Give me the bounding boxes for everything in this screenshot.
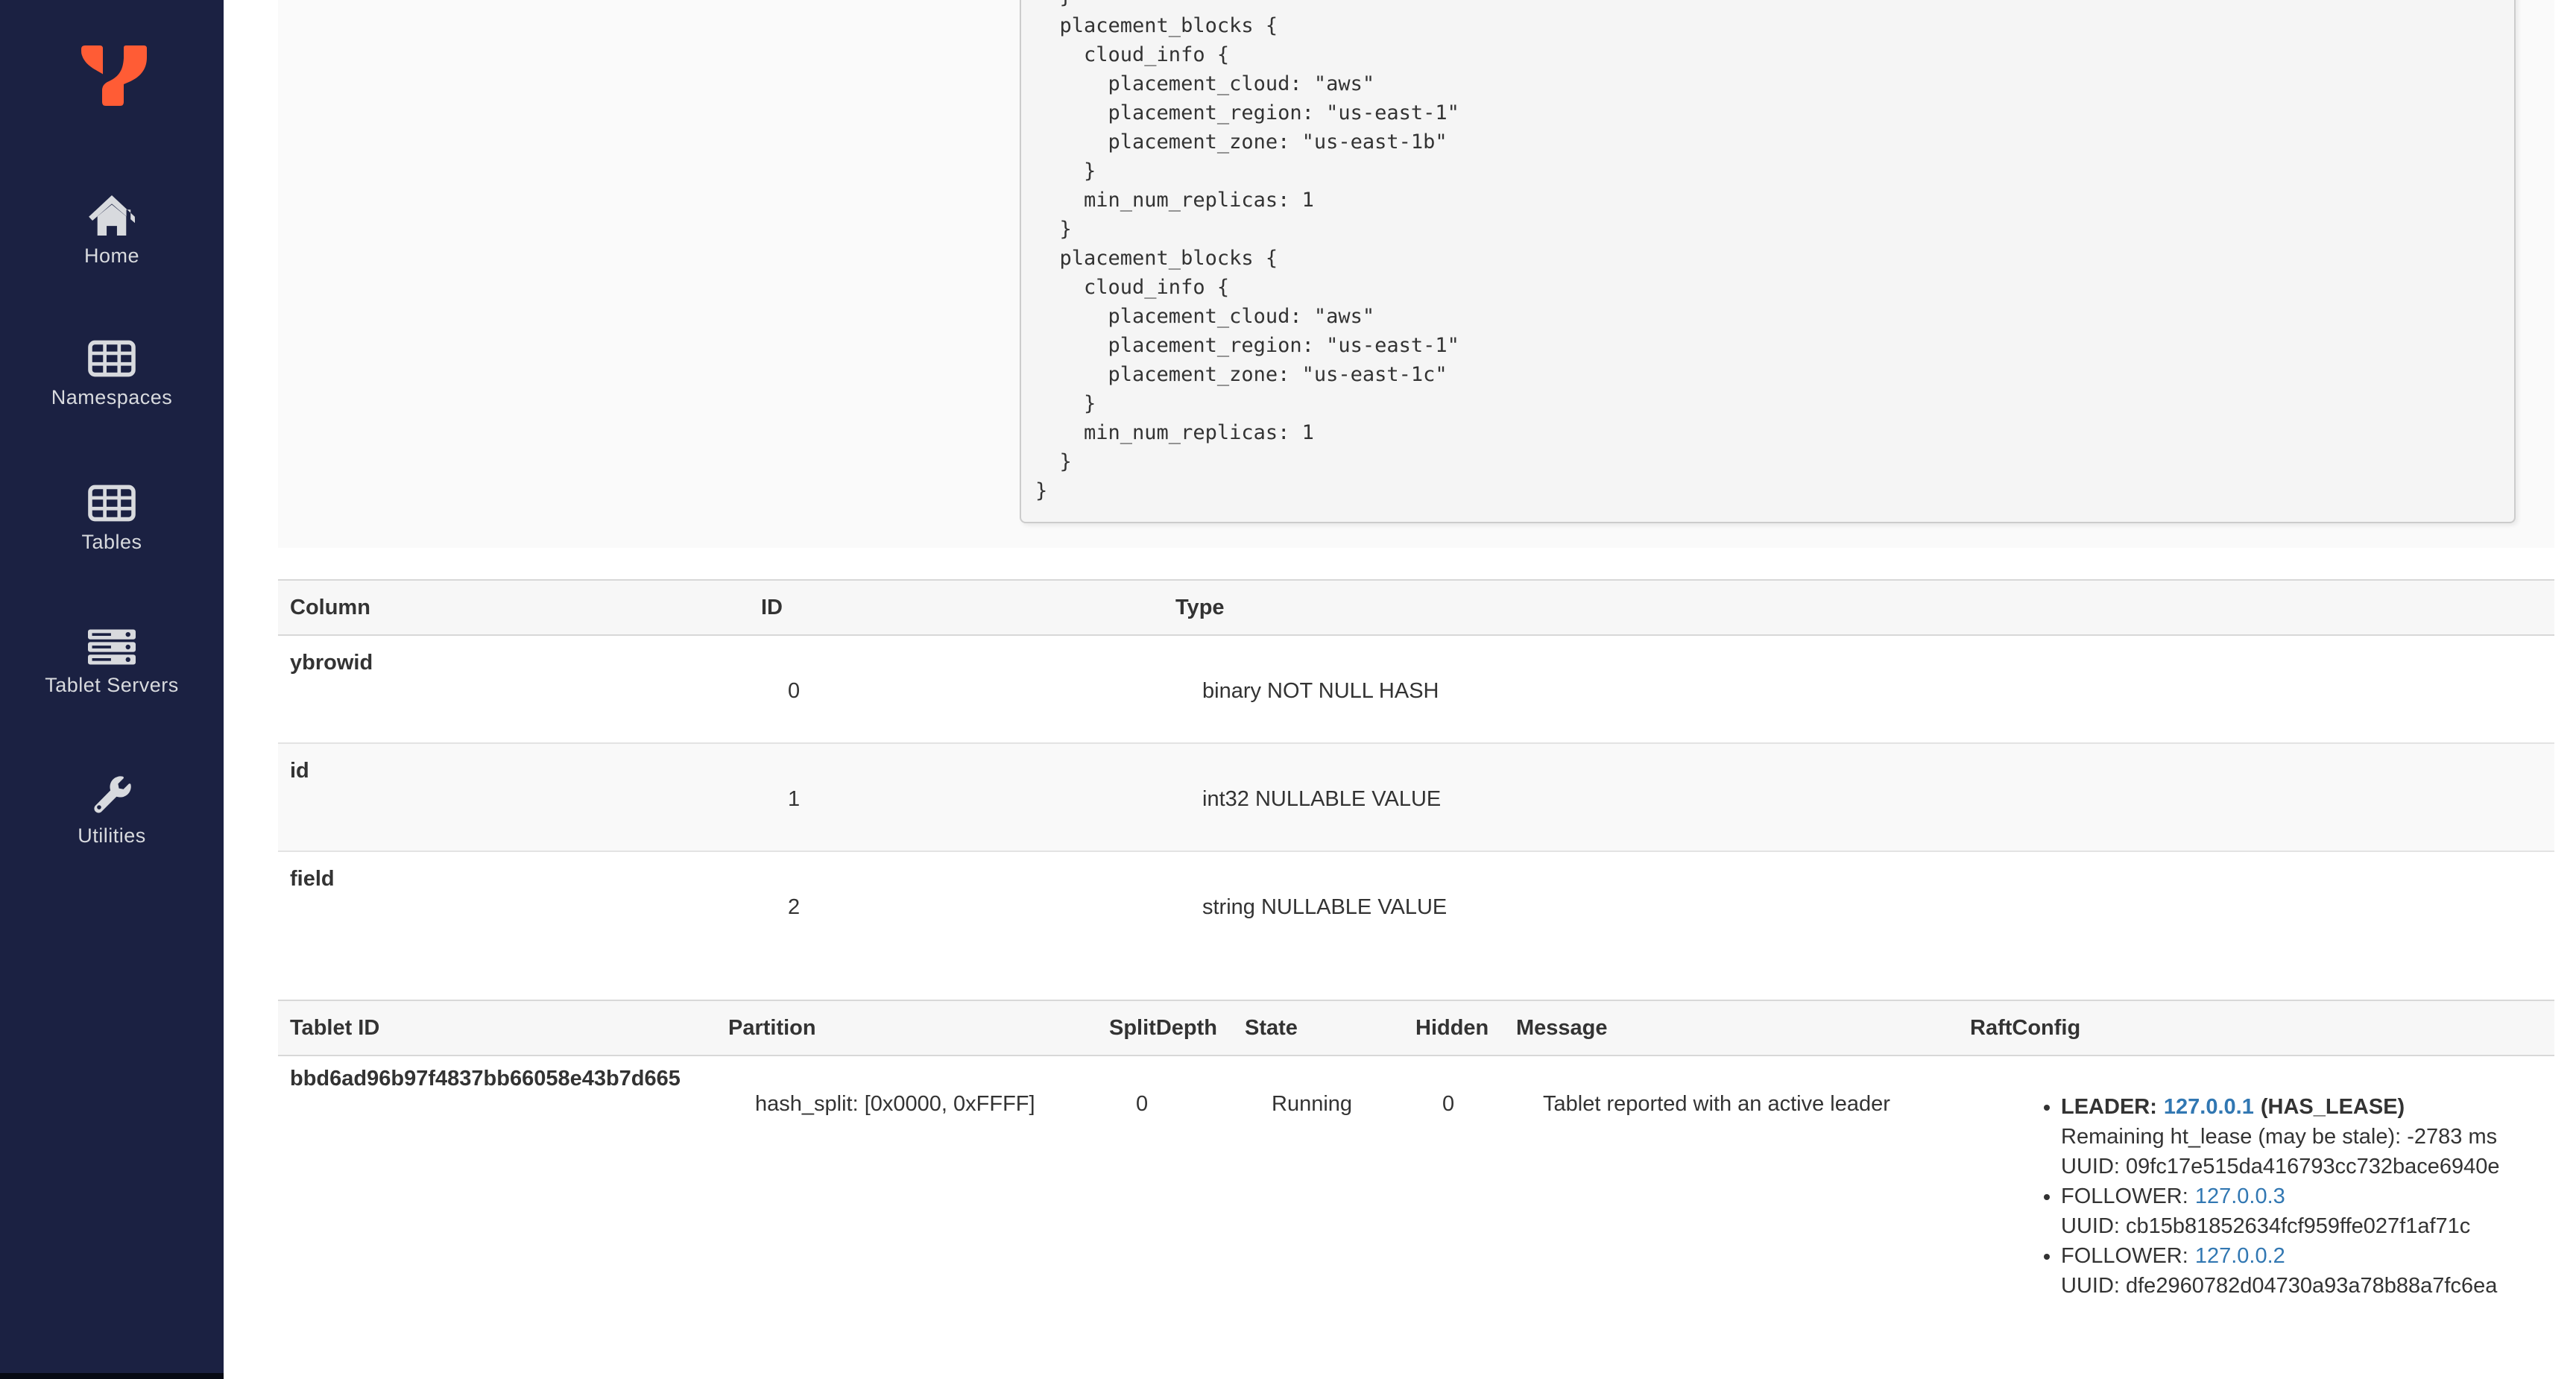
main-content: } placement_blocks { cloud_info { placem…: [278, 0, 2554, 1375]
raft-role-label: FOLLOWER:: [2061, 1184, 2188, 1208]
home-icon: [89, 195, 135, 236]
column-id: 0: [788, 679, 801, 703]
sidebar-item-label: Tables: [81, 531, 142, 553]
tablet-split-depth: 0: [1136, 1092, 1149, 1116]
column-name: id: [278, 742, 749, 851]
sidebar-nav: Home Namespaces Tables Tablet Servers Ut…: [0, 195, 224, 918]
sidebar-item-label: Namespaces: [51, 386, 173, 408]
column-header-column: Column: [278, 580, 749, 636]
column-id: 1: [749, 742, 1164, 851]
raft-follower-item: FOLLOWER: 127.0.0.3 UUID: cb15b81852634fc…: [2061, 1181, 2554, 1241]
tablet-header-tablet-id: Tablet ID: [278, 1000, 716, 1056]
tablet-partition: hash_split: [0x0000, 0xFFFF]: [755, 1092, 1035, 1116]
tablet-message: Tablet reported with an active leader: [1543, 1092, 1890, 1116]
sidebar-item-namespaces[interactable]: Namespaces: [0, 340, 224, 428]
tablet-id: bbd6ad96b97f4837bb66058e43b7d665: [290, 1067, 681, 1091]
raft-config-list: LEADER: 127.0.0.1(HAS_LEASE) Remaining ht…: [1970, 1062, 2554, 1301]
tablet-header-raftconfig: RaftConfig: [1958, 1000, 2554, 1056]
tablets-table-header-row: Tablet ID Partition SplitDepth State Hid…: [278, 1000, 2554, 1056]
raft-host-link[interactable]: 127.0.0.1: [2164, 1095, 2254, 1119]
tablet-hidden: 0: [1442, 1092, 1455, 1116]
tablet-header-message: Message: [1504, 1000, 1958, 1056]
columns-table-header-row: Column ID Type: [278, 580, 2554, 636]
column-id: 2: [749, 851, 1164, 959]
tablet-header-state: State: [1233, 1000, 1404, 1056]
raft-host-link[interactable]: 127.0.0.3: [2195, 1184, 2285, 1208]
raft-role-label: FOLLOWER:: [2061, 1244, 2188, 1268]
sidebar-item-tables[interactable]: Tables: [0, 485, 224, 572]
column-type: string NULLABLE VALUE: [1164, 851, 2554, 959]
yugabyte-logo[interactable]: [80, 45, 148, 107]
grid-icon: [88, 485, 136, 522]
raft-host-link[interactable]: 127.0.0.2: [2195, 1244, 2285, 1268]
column-name: field: [278, 851, 749, 959]
sidebar-bottom-strip: [0, 1373, 224, 1379]
sidebar-item-utilities[interactable]: Utilities: [0, 774, 224, 862]
yugabyte-logo-icon: [81, 45, 147, 106]
replication-info-code: } placement_blocks { cloud_info { placem…: [1020, 0, 2516, 523]
raft-uuid-line: UUID: 09fc17e515da416793cc732bace6940e: [2061, 1155, 2500, 1178]
raft-uuid-line: UUID: dfe2960782d04730a93a78b88a7fc6ea: [2061, 1274, 2498, 1298]
replication-info-row: } placement_blocks { cloud_info { placem…: [278, 0, 2554, 548]
column-type: int32 NULLABLE VALUE: [1164, 742, 2554, 851]
table-row: ybrowid 0 binary NOT NULL HASH: [278, 635, 2554, 743]
raft-uuid-line: UUID: cb15b81852634fcf959ffe027f1af71c: [2061, 1214, 2471, 1238]
tablet-state: Running: [1272, 1092, 1353, 1116]
raft-leader-item: LEADER: 127.0.0.1(HAS_LEASE) Remaining ht…: [2061, 1092, 2554, 1181]
sidebar-item-label: Utilities: [78, 824, 146, 847]
raft-follower-item: FOLLOWER: 127.0.0.2 UUID: dfe2960782d0473…: [2061, 1241, 2554, 1301]
tablet-raft-config: LEADER: 127.0.0.1(HAS_LEASE) Remaining ht…: [1958, 1055, 2554, 1375]
table-row: bbd6ad96b97f4837bb66058e43b7d665 hash_sp…: [278, 1055, 2554, 1375]
sidebar-item-label: Home: [83, 244, 140, 267]
tablet-header-partition: Partition: [716, 1000, 1097, 1056]
sidebar-item-tablet-servers[interactable]: Tablet Servers: [0, 629, 224, 717]
column-header-id: ID: [749, 580, 1164, 636]
raft-ht-lease-line: Remaining ht_lease (may be stale): -2783…: [2061, 1125, 2498, 1149]
sidebar-item-label: Tablet Servers: [45, 674, 179, 696]
raft-role-label: LEADER:: [2061, 1095, 2157, 1119]
tablets-table: Tablet ID Partition SplitDepth State Hid…: [278, 1000, 2554, 1375]
sidebar-item-home[interactable]: Home: [0, 195, 224, 283]
columns-table: Column ID Type ybrowid 0 binary NOT NULL…: [278, 579, 2554, 959]
tablet-header-splitdepth: SplitDepth: [1097, 1000, 1233, 1056]
grid-icon: [88, 340, 136, 377]
column-header-type: Type: [1164, 580, 2554, 636]
table-row: id 1 int32 NULLABLE VALUE: [278, 742, 2554, 851]
sidebar: Home Namespaces Tables Tablet Servers Ut…: [0, 0, 224, 1379]
wrench-icon: [94, 776, 131, 813]
column-type: binary NOT NULL HASH: [1202, 679, 1439, 703]
raft-lease-note: (HAS_LEASE): [2260, 1095, 2405, 1119]
table-row: field 2 string NULLABLE VALUE: [278, 851, 2554, 959]
tablet-header-hidden: Hidden: [1404, 1000, 1504, 1056]
column-name: ybrowid: [290, 651, 373, 675]
servers-icon: [88, 629, 136, 665]
